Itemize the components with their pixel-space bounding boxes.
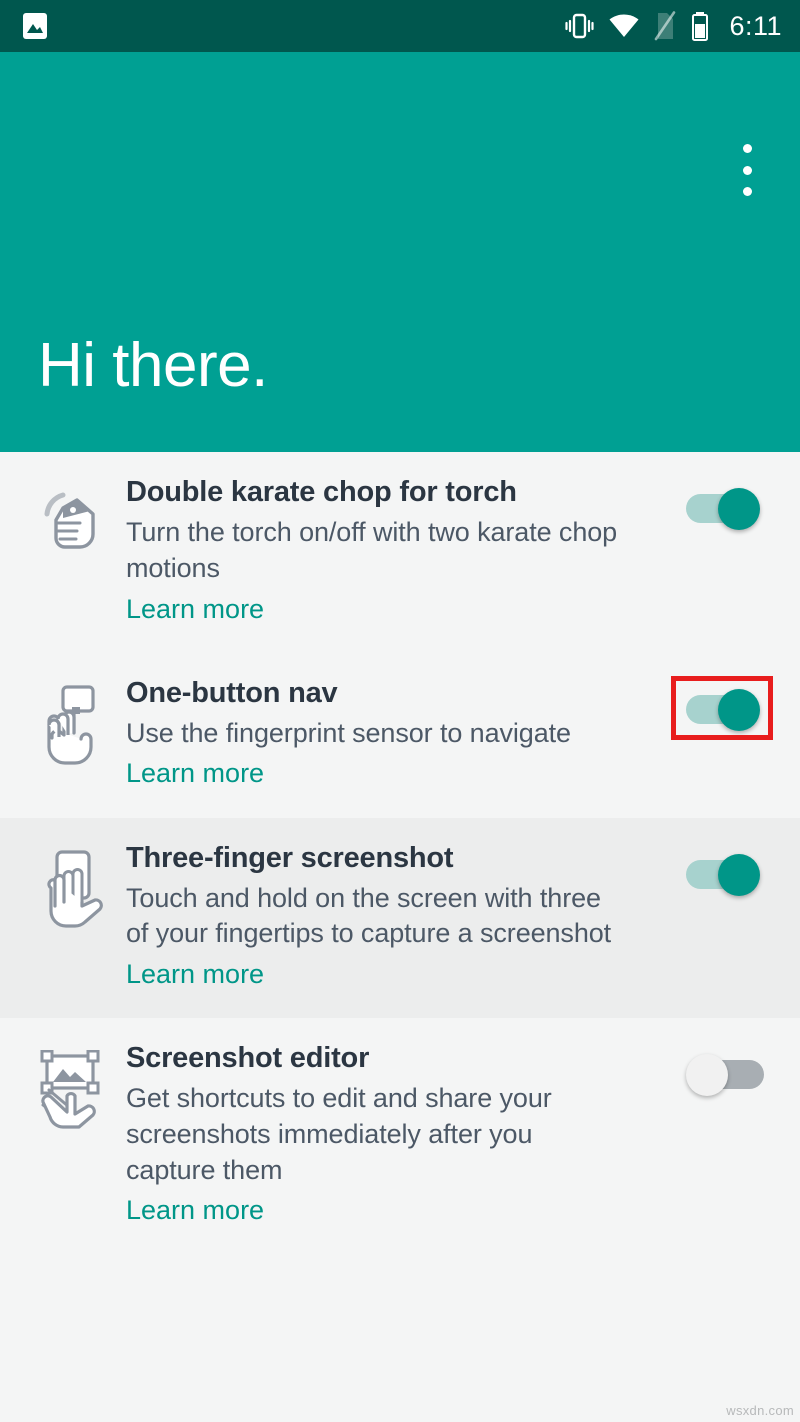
status-bar: 6:11 — [0, 0, 800, 52]
list-item[interactable]: Three-finger screenshot Touch and hold o… — [0, 817, 800, 1019]
list-item-body: Three-finger screenshot Touch and hold o… — [126, 840, 666, 993]
status-bar-right: 6:11 — [563, 11, 782, 42]
status-bar-clock: 6:11 — [729, 10, 782, 41]
toggle-thumb — [686, 1054, 728, 1097]
list-item-title: Screenshot editor — [126, 1042, 370, 1075]
list-item-title: One-button nav — [126, 676, 338, 709]
list-item-switch-cell — [666, 675, 784, 792]
list-item[interactable]: Double karate chop for torch Turn the to… — [0, 452, 800, 653]
list-item[interactable]: Screenshot editor Get shortcuts to edit … — [0, 1018, 800, 1255]
one-button-nav-hand-icon — [16, 675, 126, 792]
list-item-description: Touch and hold on the screen with three … — [126, 882, 612, 949]
list-item-description: Get shortcuts to edit and share your scr… — [126, 1083, 552, 1185]
signal-off-icon — [653, 11, 677, 41]
list-item-switch-cell — [666, 1040, 784, 1228]
toggle-screenshot-editor[interactable] — [686, 1054, 764, 1097]
overflow-menu-icon[interactable] — [730, 140, 764, 200]
toggle-double-karate-chop[interactable] — [686, 488, 764, 530]
watermark: wsxdn.com — [726, 1403, 794, 1418]
learn-more-link[interactable]: Learn more — [126, 592, 264, 627]
vibrate-icon — [563, 11, 595, 41]
toggle-thumb — [718, 688, 760, 731]
list-item-title: Double karate chop for torch — [126, 476, 517, 508]
wifi-icon — [609, 14, 639, 38]
learn-more-link[interactable]: Learn more — [126, 957, 264, 992]
toggle-three-finger-screenshot[interactable] — [686, 853, 764, 896]
page-title: Hi there. — [38, 331, 268, 400]
list-item-body: One-button nav Use the fingerprint senso… — [126, 675, 666, 792]
list-item-title: Three-finger screenshot — [126, 841, 454, 874]
status-bar-left — [22, 11, 48, 41]
learn-more-link[interactable]: Learn more — [126, 1193, 264, 1228]
list-item-body: Double karate chop for torch Turn the to… — [126, 474, 666, 627]
list-item-description: Use the fingerprint sensor to navigate — [126, 717, 571, 748]
image-icon — [22, 11, 48, 41]
list-item-body: Screenshot editor Get shortcuts to edit … — [126, 1040, 666, 1228]
learn-more-link[interactable]: Learn more — [126, 756, 264, 791]
teal-header: Hi there. — [0, 52, 800, 452]
toggle-thumb — [718, 488, 760, 530]
toggle-one-button-nav[interactable] — [686, 688, 764, 731]
app-screen: 6:11 Hi there. Double karate chop for to… — [0, 0, 800, 1422]
toggle-thumb — [718, 853, 760, 896]
three-finger-hand-icon — [16, 840, 126, 993]
screenshot-editor-icon — [16, 1040, 126, 1228]
list-item-switch-cell — [666, 840, 784, 993]
list-item-switch-cell — [666, 474, 784, 627]
list-item[interactable]: One-button nav Use the fingerprint senso… — [0, 652, 800, 818]
gestures-list: Double karate chop for torch Turn the to… — [0, 452, 800, 1255]
battery-icon — [691, 11, 709, 41]
list-item-description: Turn the torch on/off with two karate ch… — [126, 517, 618, 583]
karate-chop-hand-icon — [16, 474, 126, 627]
